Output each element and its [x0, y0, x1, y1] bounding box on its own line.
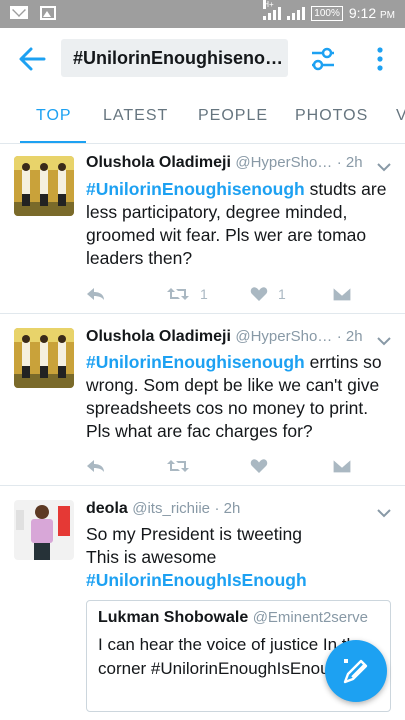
clock: 9:12 PM — [348, 5, 395, 21]
tab-videos[interactable]: V — [396, 90, 405, 142]
author-handle: @its_richiie — [132, 500, 210, 517]
tab-photos[interactable]: PHOTOS — [295, 90, 368, 142]
tweet-time: · 2h — [336, 328, 363, 345]
hashtag-link[interactable]: #UnilorinEnoughisenough — [86, 179, 305, 199]
reply-icon — [87, 288, 104, 300]
battery-icon: 100% — [311, 5, 343, 21]
chevron-down-icon[interactable] — [377, 508, 391, 518]
compose-tweet-button[interactable] — [325, 640, 387, 702]
mail-icon — [10, 6, 28, 19]
tweet[interactable]: Olushola Oladimeji @HyperSho… · 2h #Unil… — [0, 144, 405, 314]
tweet-header: Olushola Oladimeji @HyperSho… · 2h — [86, 328, 366, 346]
tweet-text: So my President is tweeting This is awes… — [86, 523, 391, 592]
tweet-time: · 2h — [214, 500, 241, 517]
tweet-actions: 1 1 — [86, 284, 386, 304]
signal-icon: H+ — [263, 0, 282, 20]
tweet[interactable]: Olushola Oladimeji @HyperSho… · 2h #Unil… — [0, 314, 405, 486]
like-button[interactable] — [250, 456, 278, 476]
author-handle: @HyperSho… — [235, 328, 333, 345]
tweet-header: Olushola Oladimeji @HyperSho… · 2h — [86, 154, 366, 172]
retweet-button[interactable] — [166, 456, 200, 476]
tweet-text: #UnilorinEnoughisenough errtins so wrong… — [86, 352, 382, 441]
avatar[interactable] — [14, 328, 74, 388]
like-icon — [250, 287, 268, 301]
avatar[interactable] — [14, 156, 74, 216]
app-bar: #UnilorinEnoughiseno… — [0, 28, 405, 90]
filter-icon[interactable] — [310, 46, 336, 72]
tab-bar: TOP LATEST PEOPLE PHOTOS V — [0, 90, 405, 144]
chevron-down-icon[interactable] — [377, 162, 391, 172]
author-name[interactable]: deola — [86, 500, 128, 517]
hashtag-link[interactable]: #UnilorinEnoughIsEnough — [86, 569, 391, 592]
tab-people[interactable]: PEOPLE — [198, 90, 268, 142]
tweet-text: #UnilorinEnoughisenough studts are less … — [86, 179, 387, 268]
avatar[interactable] — [14, 500, 74, 560]
reply-icon — [87, 460, 104, 472]
retweet-count: 1 — [200, 286, 208, 302]
dm-icon — [332, 458, 352, 474]
status-bar: H+ 100% 9:12 PM — [0, 0, 405, 28]
hashtag-link[interactable]: #UnilorinEnoughisenough — [86, 352, 305, 372]
retweet-button[interactable]: 1 — [166, 284, 208, 304]
chevron-down-icon[interactable] — [377, 336, 391, 346]
quoted-author-handle: @Eminent2serve — [252, 609, 368, 626]
tweet-time: · 2h — [336, 154, 363, 171]
search-input[interactable]: #UnilorinEnoughiseno… — [61, 39, 288, 77]
dm-button[interactable] — [332, 456, 352, 476]
author-name[interactable]: Olushola Oladimeji — [86, 154, 231, 171]
author-name[interactable]: Olushola Oladimeji — [86, 328, 231, 345]
dm-button[interactable] — [332, 284, 352, 304]
reply-button[interactable] — [86, 284, 106, 304]
like-count: 1 — [278, 286, 286, 302]
like-icon — [250, 459, 268, 473]
image-icon — [40, 6, 56, 20]
retweet-icon — [167, 288, 189, 300]
back-arrow-icon[interactable] — [18, 46, 46, 72]
more-vert-icon[interactable] — [370, 46, 390, 72]
author-handle: @HyperSho… — [235, 154, 333, 171]
retweet-icon — [167, 460, 189, 472]
compose-icon — [343, 659, 368, 684]
reply-button[interactable] — [86, 456, 106, 476]
tab-top[interactable]: TOP — [36, 90, 72, 142]
dm-icon — [332, 286, 352, 302]
tweet-actions — [86, 456, 386, 476]
tweet-header: deola @its_richiie · 2h — [86, 500, 366, 518]
tab-latest[interactable]: LATEST — [103, 90, 168, 142]
signal-icon-2 — [287, 6, 306, 20]
like-button[interactable]: 1 — [250, 284, 286, 304]
quoted-author-name: Lukman Shobowale — [98, 609, 249, 626]
quoted-tweet-header: Lukman Shobowale @Eminent2serve — [98, 609, 388, 627]
